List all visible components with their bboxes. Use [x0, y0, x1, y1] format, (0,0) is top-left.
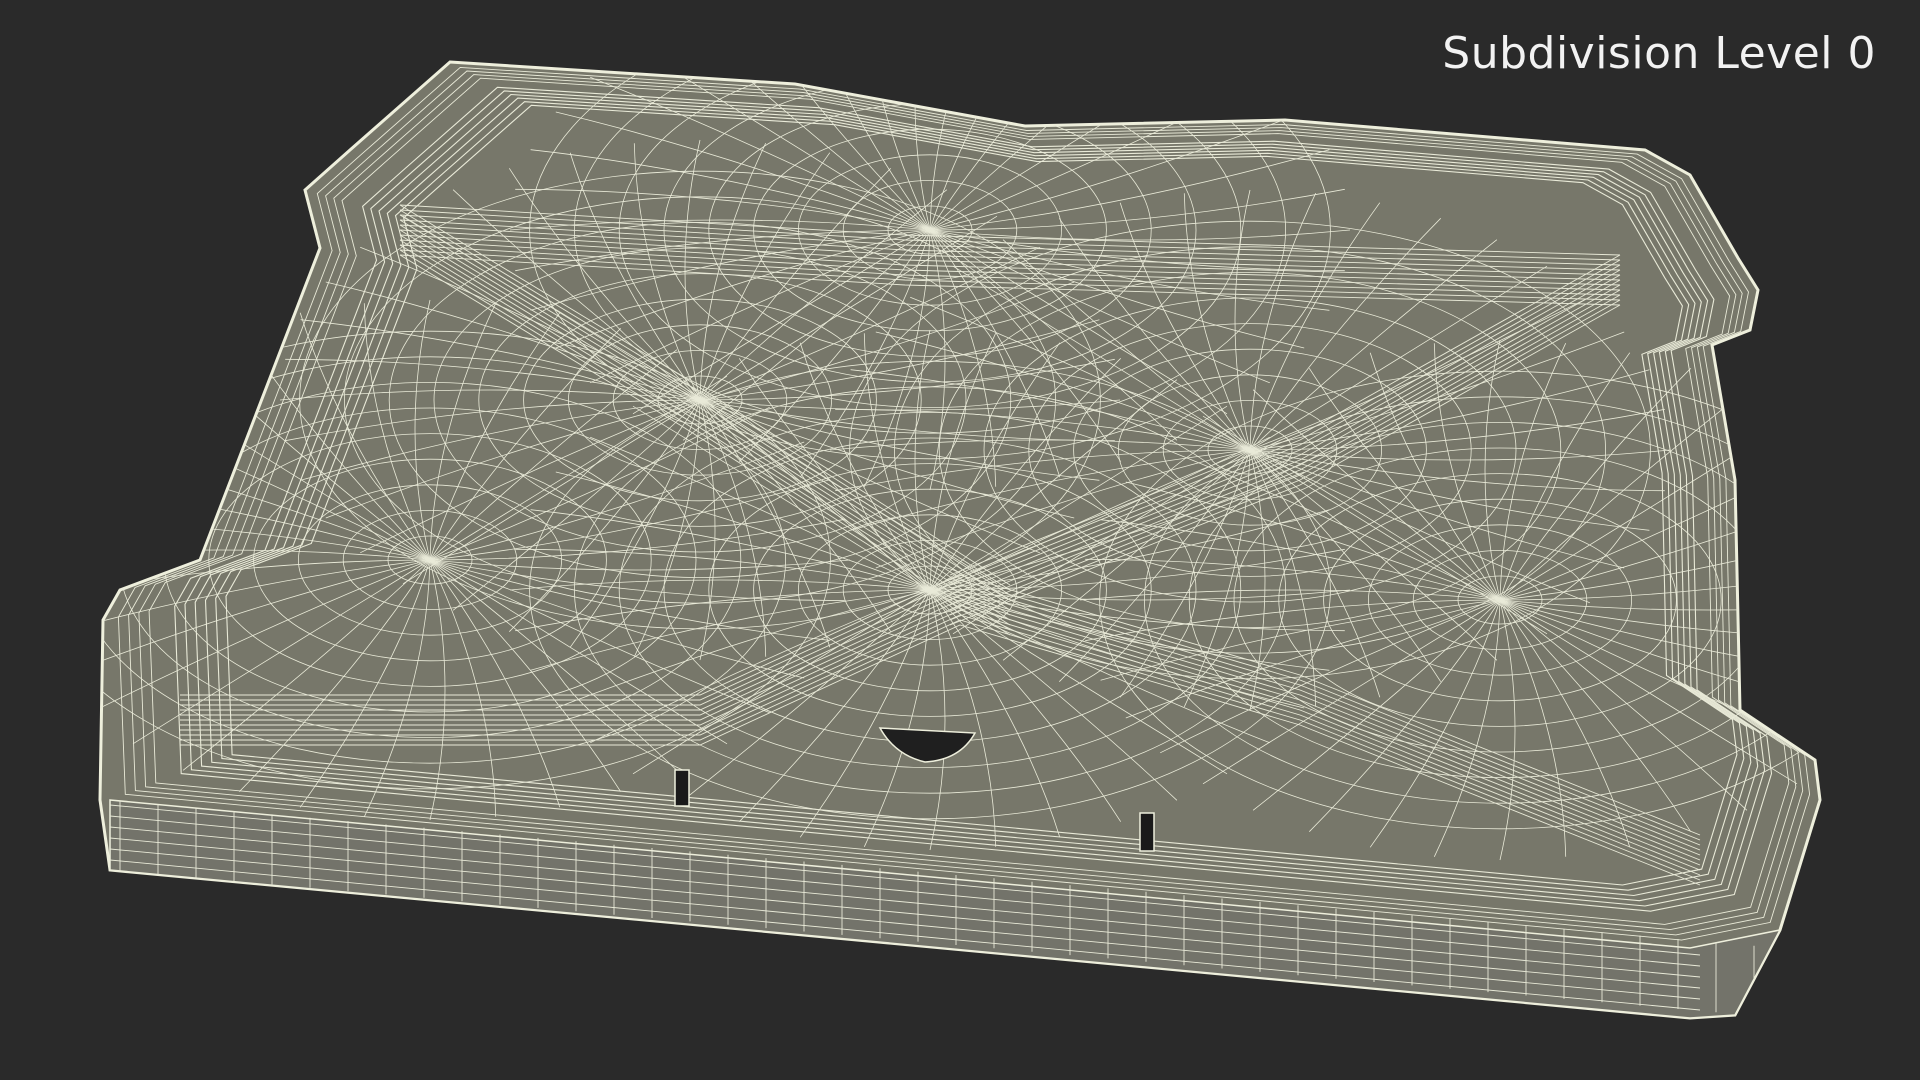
- 3d-viewport[interactable]: Subdivision Level 0: [0, 0, 1920, 1080]
- slot-cutout-right: [1139, 812, 1155, 852]
- slot-cutout-left: [674, 769, 690, 807]
- wireframe-tray-model: [98, 60, 1822, 1020]
- subdivision-level-label: Subdivision Level 0: [1442, 28, 1876, 79]
